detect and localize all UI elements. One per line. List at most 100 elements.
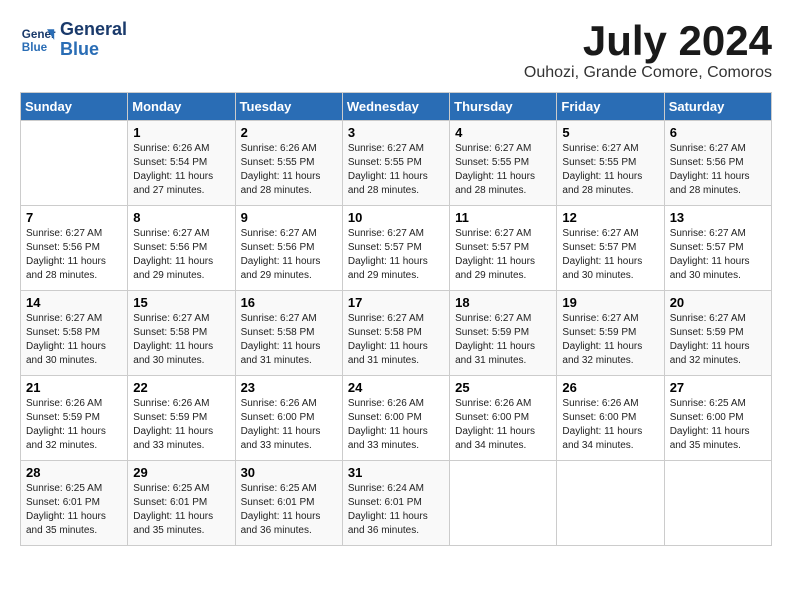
calendar-day-cell: 20Sunrise: 6:27 AMSunset: 5:59 PMDayligh… xyxy=(664,291,771,376)
day-number: 27 xyxy=(670,380,766,395)
calendar-day-cell: 11 Sunrise: 6:27 AMSunset: 5:57 PMDayligh… xyxy=(450,206,557,291)
day-number: 19 xyxy=(562,295,658,310)
day-info: Sunrise: 6:26 AMSunset: 6:00 PMDaylight:… xyxy=(348,397,444,453)
calendar-day-cell: 8 Sunrise: 6:27 AMSunset: 5:56 PMDaylight… xyxy=(128,206,235,291)
calendar-header-row: SundayMondayTuesdayWednesdayThursdayFrid… xyxy=(21,93,772,121)
calendar-day-cell xyxy=(450,461,557,546)
day-info: Sunrise: 6:27 AMSunset: 5:59 PMDaylight:… xyxy=(562,312,658,368)
weekday-header: Tuesday xyxy=(235,93,342,121)
day-info: Sunrise: 6:27 AMSunset: 5:59 PMDaylight:… xyxy=(670,312,766,368)
calendar-day-cell: 9 Sunrise: 6:27 AMSunset: 5:56 PMDaylight… xyxy=(235,206,342,291)
calendar-day-cell: 10Sunrise: 6:27 AMSunset: 5:57 PMDayligh… xyxy=(342,206,449,291)
day-info: Sunrise: 6:26 AMSunset: 6:00 PMDaylight:… xyxy=(241,397,337,453)
calendar-day-cell: 25 Sunrise: 6:26 AMSunset: 6:00 PMDayligh… xyxy=(450,376,557,461)
day-number: 30 xyxy=(241,465,337,480)
weekday-header: Sunday xyxy=(21,93,128,121)
day-number: 25 xyxy=(455,380,551,395)
day-number: 1 xyxy=(133,125,229,140)
calendar-day-cell: 4 Sunrise: 6:27 AMSunset: 5:55 PMDaylight… xyxy=(450,121,557,206)
day-number: 26 xyxy=(562,380,658,395)
day-number: 12 xyxy=(562,210,658,225)
day-info: Sunrise: 6:27 AMSunset: 5:59 PMDaylight:… xyxy=(455,312,551,368)
day-info: Sunrise: 6:27 AMSunset: 5:57 PMDaylight:… xyxy=(455,227,551,283)
day-info: Sunrise: 6:27 AMSunset: 5:56 PMDaylight:… xyxy=(670,142,766,198)
day-info: Sunrise: 6:26 AMSunset: 5:55 PMDaylight:… xyxy=(241,142,337,198)
calendar-day-cell xyxy=(21,121,128,206)
day-info: Sunrise: 6:27 AMSunset: 5:58 PMDaylight:… xyxy=(348,312,444,368)
day-info: Sunrise: 6:26 AMSunset: 5:59 PMDaylight:… xyxy=(133,397,229,453)
day-info: Sunrise: 6:27 AMSunset: 5:58 PMDaylight:… xyxy=(133,312,229,368)
title-block: July 2024 Ouhozi, Grande Comore, Comoros xyxy=(524,20,772,82)
day-info: Sunrise: 6:27 AMSunset: 5:56 PMDaylight:… xyxy=(241,227,337,283)
day-info: Sunrise: 6:27 AMSunset: 5:55 PMDaylight:… xyxy=(455,142,551,198)
day-info: Sunrise: 6:27 AMSunset: 5:55 PMDaylight:… xyxy=(562,142,658,198)
day-number: 2 xyxy=(241,125,337,140)
calendar-day-cell: 13 Sunrise: 6:27 AMSunset: 5:57 PMDayligh… xyxy=(664,206,771,291)
day-number: 3 xyxy=(348,125,444,140)
day-number: 9 xyxy=(241,210,337,225)
day-info: Sunrise: 6:25 AMSunset: 6:01 PMDaylight:… xyxy=(241,482,337,538)
day-number: 17 xyxy=(348,295,444,310)
calendar-day-cell: 30 Sunrise: 6:25 AMSunset: 6:01 PMDayligh… xyxy=(235,461,342,546)
calendar-day-cell: 28Sunrise: 6:25 AMSunset: 6:01 PMDayligh… xyxy=(21,461,128,546)
day-info: Sunrise: 6:27 AMSunset: 5:56 PMDaylight:… xyxy=(133,227,229,283)
weekday-header: Wednesday xyxy=(342,93,449,121)
logo: General Blue General Blue xyxy=(20,20,127,60)
calendar-day-cell: 7Sunrise: 6:27 AMSunset: 5:56 PMDaylight… xyxy=(21,206,128,291)
calendar-day-cell: 19 Sunrise: 6:27 AMSunset: 5:59 PMDayligh… xyxy=(557,291,664,376)
day-info: Sunrise: 6:26 AMSunset: 6:00 PMDaylight:… xyxy=(455,397,551,453)
calendar-week-row: 28Sunrise: 6:25 AMSunset: 6:01 PMDayligh… xyxy=(21,461,772,546)
calendar-day-cell: 6 Sunrise: 6:27 AMSunset: 5:56 PMDaylight… xyxy=(664,121,771,206)
calendar-day-cell: 22Sunrise: 6:26 AMSunset: 5:59 PMDayligh… xyxy=(128,376,235,461)
calendar-day-cell: 26 Sunrise: 6:26 AMSunset: 6:00 PMDayligh… xyxy=(557,376,664,461)
day-number: 14 xyxy=(26,295,122,310)
calendar-day-cell: 17 Sunrise: 6:27 AMSunset: 5:58 PMDayligh… xyxy=(342,291,449,376)
day-info: Sunrise: 6:27 AMSunset: 5:58 PMDaylight:… xyxy=(241,312,337,368)
calendar-day-cell: 1Sunrise: 6:26 AMSunset: 5:54 PMDaylight… xyxy=(128,121,235,206)
calendar-day-cell: 14 Sunrise: 6:27 AMSunset: 5:58 PMDayligh… xyxy=(21,291,128,376)
calendar-day-cell: 15Sunrise: 6:27 AMSunset: 5:58 PMDayligh… xyxy=(128,291,235,376)
day-number: 6 xyxy=(670,125,766,140)
calendar-day-cell: 29Sunrise: 6:25 AMSunset: 6:01 PMDayligh… xyxy=(128,461,235,546)
calendar-day-cell: 27 Sunrise: 6:25 AMSunset: 6:00 PMDayligh… xyxy=(664,376,771,461)
day-number: 18 xyxy=(455,295,551,310)
day-info: Sunrise: 6:25 AMSunset: 6:00 PMDaylight:… xyxy=(670,397,766,453)
month-title: July 2024 xyxy=(524,20,772,62)
calendar-day-cell: 2 Sunrise: 6:26 AMSunset: 5:55 PMDaylight… xyxy=(235,121,342,206)
day-info: Sunrise: 6:24 AMSunset: 6:01 PMDaylight:… xyxy=(348,482,444,538)
day-number: 10 xyxy=(348,210,444,225)
calendar-day-cell: 5 Sunrise: 6:27 AMSunset: 5:55 PMDaylight… xyxy=(557,121,664,206)
calendar-week-row: 14 Sunrise: 6:27 AMSunset: 5:58 PMDayligh… xyxy=(21,291,772,376)
day-number: 24 xyxy=(348,380,444,395)
calendar-day-cell: 21 Sunrise: 6:26 AMSunset: 5:59 PMDayligh… xyxy=(21,376,128,461)
day-number: 5 xyxy=(562,125,658,140)
calendar-week-row: 1Sunrise: 6:26 AMSunset: 5:54 PMDaylight… xyxy=(21,121,772,206)
weekday-header: Saturday xyxy=(664,93,771,121)
day-number: 8 xyxy=(133,210,229,225)
day-number: 31 xyxy=(348,465,444,480)
weekday-header: Monday xyxy=(128,93,235,121)
day-number: 13 xyxy=(670,210,766,225)
day-number: 16 xyxy=(241,295,337,310)
day-number: 29 xyxy=(133,465,229,480)
calendar-day-cell: 31 Sunrise: 6:24 AMSunset: 6:01 PMDayligh… xyxy=(342,461,449,546)
calendar-day-cell: 24 Sunrise: 6:26 AMSunset: 6:00 PMDayligh… xyxy=(342,376,449,461)
day-info: Sunrise: 6:25 AMSunset: 6:01 PMDaylight:… xyxy=(26,482,122,538)
svg-text:Blue: Blue xyxy=(22,41,48,54)
weekday-header: Friday xyxy=(557,93,664,121)
weekday-header: Thursday xyxy=(450,93,557,121)
day-number: 4 xyxy=(455,125,551,140)
day-info: Sunrise: 6:27 AMSunset: 5:58 PMDaylight:… xyxy=(26,312,122,368)
calendar-day-cell: 18 Sunrise: 6:27 AMSunset: 5:59 PMDayligh… xyxy=(450,291,557,376)
day-info: Sunrise: 6:26 AMSunset: 5:59 PMDaylight:… xyxy=(26,397,122,453)
day-number: 11 xyxy=(455,210,551,225)
calendar-day-cell: 16 Sunrise: 6:27 AMSunset: 5:58 PMDayligh… xyxy=(235,291,342,376)
day-number: 7 xyxy=(26,210,122,225)
day-number: 21 xyxy=(26,380,122,395)
calendar-day-cell: 12 Sunrise: 6:27 AMSunset: 5:57 PMDayligh… xyxy=(557,206,664,291)
logo-text: General Blue xyxy=(60,20,127,60)
day-info: Sunrise: 6:27 AMSunset: 5:57 PMDaylight:… xyxy=(670,227,766,283)
day-info: Sunrise: 6:26 AMSunset: 6:00 PMDaylight:… xyxy=(562,397,658,453)
page-header: General Blue General Blue July 2024 Ouho… xyxy=(20,20,772,82)
day-info: Sunrise: 6:27 AMSunset: 5:57 PMDaylight:… xyxy=(562,227,658,283)
